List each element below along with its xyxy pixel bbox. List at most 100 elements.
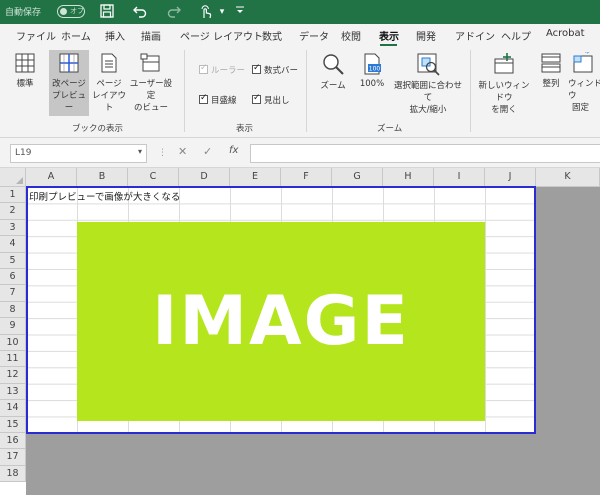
normal-view-button[interactable]: 標準 [8, 52, 42, 108]
column-header[interactable]: K [536, 168, 600, 187]
select-all-button[interactable] [0, 168, 26, 187]
image-label: IMAGE [152, 282, 410, 361]
row-header[interactable]: 14 [0, 400, 26, 417]
ribbon-tabs: ファイル ホーム 挿入 描画 ページ レイアウト 数式 データ 校閲 表示 開発… [0, 24, 600, 46]
page-break-preview-button[interactable]: 改ページ プレビュー [49, 50, 89, 116]
freeze-panes-icon: * [573, 52, 593, 73]
column-header[interactable]: D [179, 168, 230, 187]
tab-help[interactable]: ヘルプ [501, 28, 531, 43]
ribbon: 標準 改ページ プレビュー ページ レイアウト ユーザー設定 のビュー ブックの… [0, 46, 600, 138]
row-header[interactable]: 17 [0, 449, 26, 466]
new-window-label-1: 新しいウィンドウ [478, 81, 530, 103]
row-header[interactable]: 15 [0, 416, 26, 433]
column-header[interactable]: C [128, 168, 179, 187]
tab-developer[interactable]: 開発 [416, 28, 436, 43]
row-header[interactable]: 5 [0, 252, 26, 269]
formula-bar-checkbox[interactable]: 数式バー [252, 63, 298, 76]
ruler-checkbox[interactable]: ルーラー [199, 63, 245, 76]
custom-views-icon [140, 53, 160, 72]
touch-mode-dropdown[interactable]: ▾ [214, 4, 230, 20]
page-layout-view-button[interactable]: ページ レイアウト [91, 52, 127, 113]
row-header[interactable]: 8 [0, 301, 26, 319]
tab-view[interactable]: 表示 [379, 28, 399, 43]
name-box[interactable]: L19 ▾ [10, 144, 147, 163]
tab-draw[interactable]: 描画 [141, 28, 161, 43]
headings-label: 見出し [264, 96, 290, 106]
tab-add-ins[interactable]: アドイン [455, 28, 495, 43]
normal-view-icon [15, 53, 35, 73]
touch-mode-icon[interactable] [198, 4, 214, 20]
row-header[interactable]: 13 [0, 383, 26, 401]
zoom-100-button[interactable]: 100 100% [355, 52, 389, 108]
gridlines-checkbox-box [199, 93, 208, 104]
row-header[interactable]: 6 [0, 269, 26, 286]
new-window-label-2: を開く [491, 105, 517, 115]
row-header[interactable]: 11 [0, 351, 26, 368]
column-header[interactable]: I [434, 168, 485, 187]
tab-acrobat[interactable]: Acrobat [546, 28, 585, 39]
group-separator [184, 50, 185, 132]
autosave-toggle[interactable]: オフ [57, 5, 85, 18]
zoom-label: ズーム [320, 81, 346, 91]
svg-text:*: * [585, 52, 590, 59]
zoom-button[interactable]: ズーム [316, 52, 350, 108]
zoom-to-selection-button[interactable]: 選択範囲に合わせて 拡大/縮小 [392, 52, 464, 115]
row-header[interactable]: 3 [0, 219, 26, 237]
new-window-icon [494, 53, 514, 74]
tab-file[interactable]: ファイル [16, 28, 56, 43]
insert-function-icon[interactable]: fx [229, 145, 238, 156]
customize-quick-access-icon[interactable] [232, 4, 248, 20]
save-icon[interactable] [99, 4, 115, 20]
arrange-all-button[interactable]: 整列 [536, 52, 566, 108]
zoom-to-selection-label-2: 拡大/縮小 [409, 105, 447, 115]
row-header[interactable]: 4 [0, 236, 26, 253]
formula-input[interactable] [250, 144, 600, 163]
column-header[interactable]: E [230, 168, 281, 187]
freeze-panes-button[interactable]: * ウィンドウ 固定 [568, 52, 600, 114]
headings-checkbox[interactable]: 見出し [252, 93, 290, 106]
column-header[interactable]: J [485, 168, 536, 187]
row-header[interactable]: 12 [0, 367, 26, 384]
row-header[interactable]: 1 [0, 187, 26, 204]
arrange-all-icon [541, 53, 561, 73]
enter-icon[interactable]: ✓ [203, 145, 212, 158]
name-box-dropdown-icon[interactable]: ▾ [138, 147, 142, 156]
tab-home[interactable]: ホーム [61, 28, 91, 43]
cell-a1-text: 印刷プレビューで画像が大きくなる [29, 192, 181, 203]
tab-formulas[interactable]: 数式 [262, 28, 282, 43]
group-label-show: 表示 [236, 124, 254, 134]
name-box-value: L19 [15, 148, 32, 158]
row-header[interactable]: 2 [0, 203, 26, 220]
row-header[interactable]: 9 [0, 318, 26, 335]
custom-views-label-1: ユーザー設定 [129, 79, 173, 101]
redo-icon[interactable] [166, 4, 182, 20]
page-layout-label-2: レイアウト [91, 91, 126, 113]
normal-view-label: 標準 [16, 79, 34, 89]
tab-review[interactable]: 校閲 [341, 28, 361, 43]
gridlines-checkbox[interactable]: 目盛線 [199, 93, 237, 106]
page-layout-icon [101, 53, 117, 73]
page-break-preview-icon [59, 53, 79, 73]
tab-page-layout[interactable]: ページ レイアウト [180, 28, 263, 43]
row-header[interactable]: 7 [0, 285, 26, 302]
row-header[interactable]: 18 [0, 465, 26, 483]
column-header[interactable]: B [77, 168, 128, 187]
page-layout-label-1: ページ [96, 79, 122, 89]
row-header[interactable]: 10 [0, 334, 26, 351]
formula-bar-checkbox-box [252, 63, 261, 74]
row-header[interactable]: 16 [0, 433, 26, 450]
autosave-label: 自動保存 [5, 8, 42, 18]
tab-insert[interactable]: 挿入 [105, 28, 125, 43]
toggle-knob [60, 8, 67, 15]
custom-views-button[interactable]: ユーザー設定 のビュー [126, 52, 176, 113]
undo-icon[interactable] [132, 4, 148, 20]
column-header[interactable]: F [281, 168, 332, 187]
inserted-image[interactable]: IMAGE [77, 222, 485, 421]
new-window-button[interactable]: 新しいウィンドウ を開く [475, 52, 533, 115]
column-header[interactable]: G [332, 168, 383, 187]
arrange-all-label: 整列 [542, 79, 560, 89]
cancel-icon[interactable]: ✕ [178, 145, 187, 158]
column-header[interactable]: H [383, 168, 434, 187]
tab-data[interactable]: データ [299, 28, 329, 43]
column-header[interactable]: A [26, 168, 77, 187]
